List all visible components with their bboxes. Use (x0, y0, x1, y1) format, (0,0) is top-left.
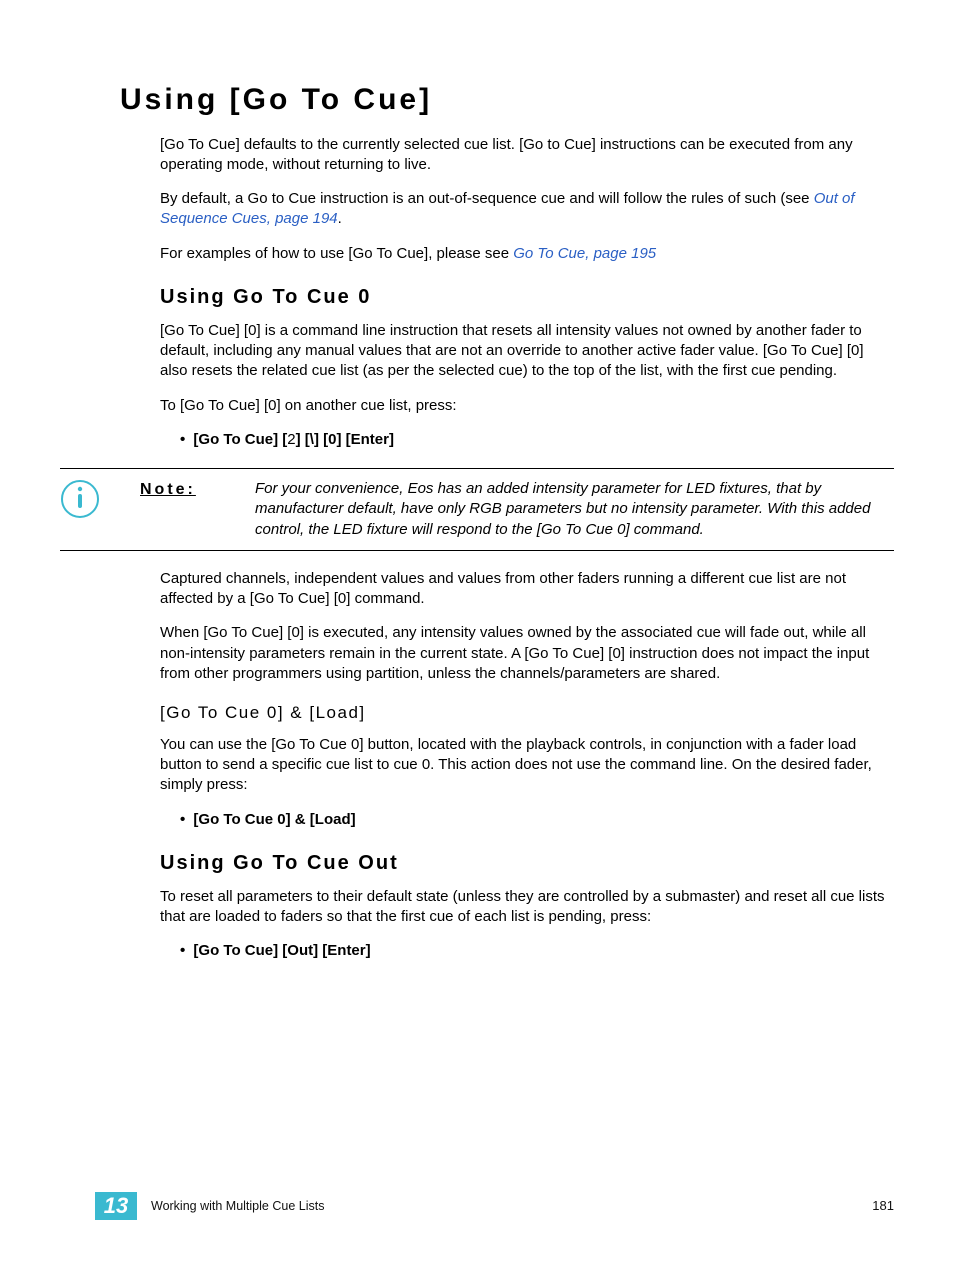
intro-paragraph-1: [Go To Cue] defaults to the currently se… (160, 135, 894, 176)
gtc0-paragraph-1: [Go To Cue] [0] is a command line instru… (160, 321, 894, 382)
list-item: [Go To Cue] [2] [\] [0] [Enter] (180, 430, 894, 450)
list-item: [Go To Cue] [Out] [Enter] (180, 941, 894, 961)
text: By default, a Go to Cue instruction is a… (160, 190, 814, 207)
footer-page-number: 181 (872, 1197, 894, 1215)
load-paragraph-1: You can use the [Go To Cue 0] button, lo… (160, 735, 894, 796)
subsection-heading-load: [Go To Cue 0] & [Load] (160, 702, 894, 725)
after-note-paragraph-1: Captured channels, independent values an… (160, 569, 894, 610)
list-item: [Go To Cue 0] & [Load] (180, 810, 894, 830)
command-text: ] [\] [0] [Enter] (296, 431, 394, 448)
command-text: [Go To Cue] [ (193, 431, 287, 448)
intro-paragraph-3: For examples of how to use [Go To Cue], … (160, 244, 894, 264)
after-note-paragraph-2: When [Go To Cue] [0] is executed, any in… (160, 623, 894, 684)
text: For examples of how to use [Go To Cue], … (160, 245, 513, 262)
section-heading-gtcout: Using Go To Cue Out (125, 850, 894, 877)
footer-section-title: Working with Multiple Cue Lists (151, 1198, 872, 1215)
command-arg: 2 (287, 431, 295, 448)
note-text: For your convenience, Eos has an added i… (255, 479, 884, 540)
text: . (338, 210, 342, 227)
note-callout: Note: For your convenience, Eos has an a… (60, 468, 894, 551)
note-label: Note: (140, 479, 255, 540)
gtc0-paragraph-2: To [Go To Cue] [0] on another cue list, … (160, 396, 894, 416)
go-to-cue-link[interactable]: Go To Cue, page 195 (513, 245, 656, 262)
command-text: [Go To Cue 0] & [Load] (193, 811, 355, 828)
command-text: [Go To Cue] [Out] [Enter] (193, 942, 370, 959)
gtcout-paragraph-1: To reset all parameters to their default… (160, 887, 894, 928)
section-heading-gtc0: Using Go To Cue 0 (125, 284, 894, 311)
info-icon (60, 479, 140, 519)
page-title: Using [Go To Cue] (120, 80, 894, 121)
intro-paragraph-2: By default, a Go to Cue instruction is a… (160, 189, 894, 230)
page-footer: 13 Working with Multiple Cue Lists 181 (0, 1192, 954, 1220)
chapter-number-badge: 13 (95, 1192, 137, 1220)
